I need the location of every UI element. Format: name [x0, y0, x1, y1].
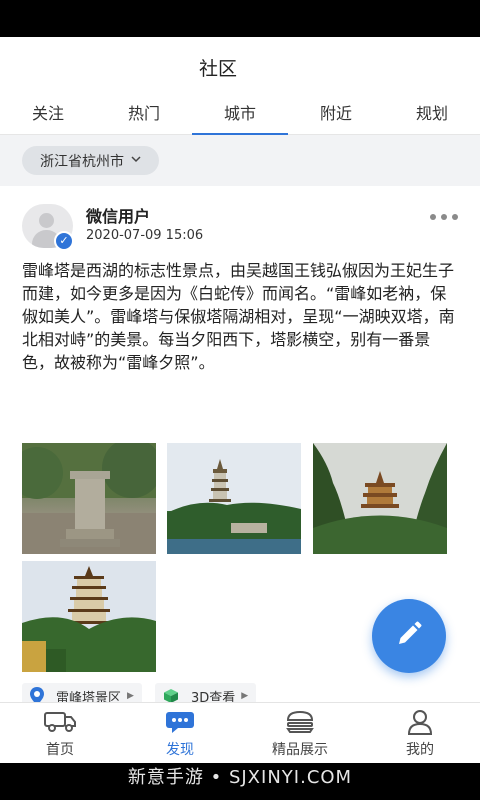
photo-stone-stele[interactable]	[22, 443, 156, 554]
compose-post-button[interactable]	[372, 599, 446, 673]
truck-icon	[43, 709, 77, 735]
nav-showcase[interactable]: 精品展示	[240, 703, 360, 763]
chevron-right-icon: ▶	[241, 691, 249, 701]
nav-discover-label: 发现	[166, 742, 194, 758]
pencil-icon	[394, 619, 424, 653]
nav-showcase-label: 精品展示	[272, 742, 328, 758]
photo-pagoda-lake[interactable]	[167, 443, 301, 554]
tab-hot[interactable]: 热门	[96, 97, 192, 134]
chevron-down-icon	[131, 155, 141, 166]
photo-pagoda-hill[interactable]	[22, 561, 156, 672]
nav-home[interactable]: 首页	[0, 703, 120, 763]
burger-icon	[283, 709, 317, 735]
post-header: ✓ 微信用户 2020-07-09 15:06	[22, 203, 462, 251]
photo-pagoda-trees[interactable]	[313, 443, 447, 554]
tab-planning[interactable]: 规划	[384, 97, 480, 134]
bottom-nav: 首页 发现 精品展示 我的	[0, 702, 480, 763]
community-page: 社区 关注 热门 城市 附近 规划 浙江省杭州市 ✓ 微信用户 2020-07-…	[0, 37, 480, 763]
chevron-right-icon: ▶	[127, 691, 134, 701]
post-timestamp: 2020-07-09 15:06	[86, 228, 204, 243]
verified-badge-icon: ✓	[54, 231, 74, 251]
post-body-text: 雷峰塔是西湖的标志性景点，由吴越国王钱弘俶因为王妃生子而建，如今更多是因为《白蛇…	[22, 261, 455, 372]
status-bar	[0, 0, 480, 37]
nav-profile[interactable]: 我的	[360, 703, 480, 763]
tab-bar: 关注 热门 城市 附近 规划	[0, 97, 480, 135]
page-header: 社区	[0, 37, 480, 97]
chat-icon	[163, 709, 197, 735]
user-icon	[403, 709, 437, 735]
page-title: 社区	[198, 57, 237, 80]
city-selector[interactable]: 浙江省杭州市	[22, 146, 159, 175]
tab-city[interactable]: 城市	[192, 97, 288, 135]
tab-following[interactable]: 关注	[0, 97, 96, 134]
watermark: 新意手游 • SJXINYI.COM	[0, 763, 480, 800]
post-username[interactable]: 微信用户	[86, 203, 150, 227]
location-pin-icon	[30, 687, 44, 705]
post-card: ✓ 微信用户 2020-07-09 15:06 雷峰塔是西湖的标志性景点，由吴越…	[0, 186, 480, 763]
filter-row: 浙江省杭州市	[0, 135, 480, 186]
city-selector-label: 浙江省杭州市	[40, 153, 124, 170]
nav-profile-label: 我的	[406, 742, 434, 758]
tab-nearby[interactable]: 附近	[288, 97, 384, 134]
nav-home-label: 首页	[46, 742, 74, 758]
nav-discover[interactable]: 发现	[120, 703, 240, 763]
more-options-icon[interactable]	[429, 209, 459, 225]
